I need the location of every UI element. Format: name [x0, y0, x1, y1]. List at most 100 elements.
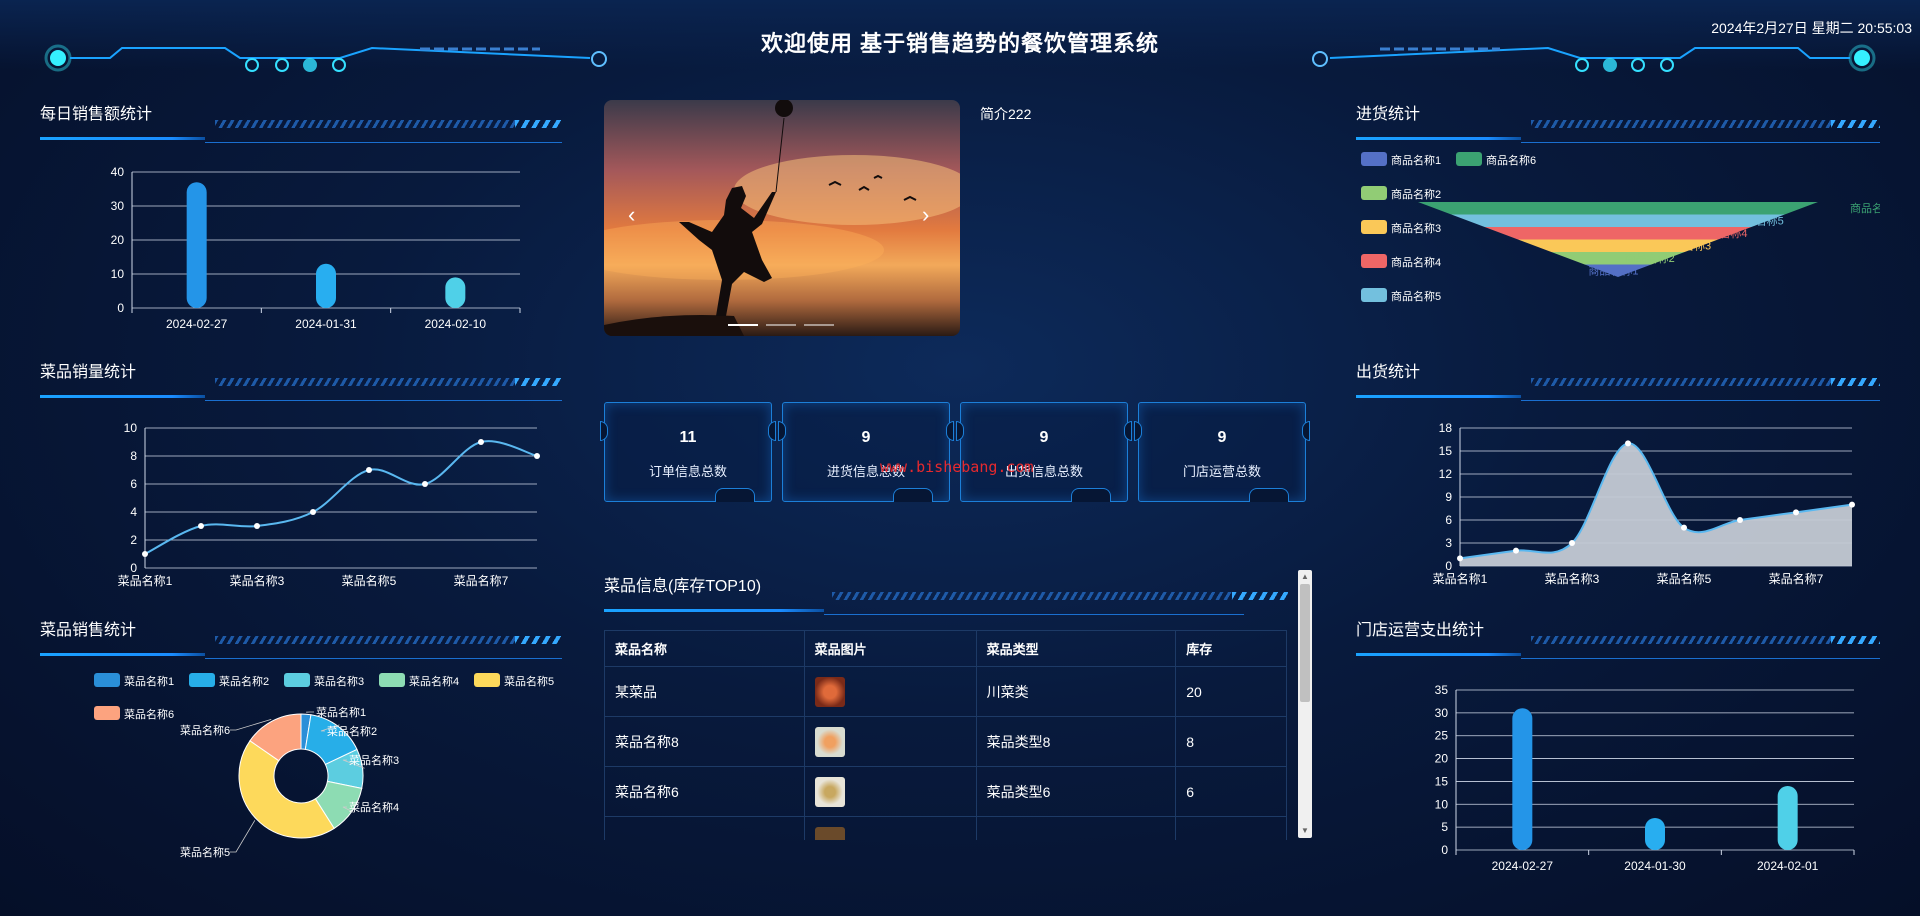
y-tick-label: 20	[1435, 752, 1449, 766]
cell-stock: 6	[1175, 766, 1287, 817]
stat-label: 订单信息总数	[648, 464, 727, 479]
y-tick-label: 0	[1441, 843, 1448, 857]
page-title: 欢迎使用 基于销售趋势的餐饮管理系统	[760, 31, 1160, 56]
carousel-indicator-2[interactable]	[766, 324, 796, 326]
bar	[445, 277, 466, 308]
table-scrollbar[interactable]: ▲ ▼	[1298, 570, 1312, 838]
x-tick-label: 菜品名称3	[1545, 571, 1600, 586]
scrollbar-thumb[interactable]	[1300, 584, 1310, 702]
y-tick-label: 2	[130, 533, 137, 547]
y-tick-label: 18	[1439, 421, 1453, 435]
y-tick-label: 35	[1435, 683, 1449, 697]
funnel-label: 商品名称5	[1734, 214, 1784, 228]
funnel-label: 商品名称4	[1697, 226, 1747, 240]
pie-label: 菜品名称1	[316, 705, 366, 719]
data-point	[1513, 547, 1519, 554]
col-header-stock: 库存	[1175, 630, 1287, 667]
table-row[interactable]	[604, 816, 1287, 840]
y-tick-label: 6	[1445, 513, 1452, 527]
bar	[1645, 818, 1665, 850]
y-tick-label: 20	[111, 233, 125, 247]
carousel-next-button[interactable]: ›	[922, 202, 929, 228]
dish-sales-chart: 菜品名称1 菜品名称2 菜品名称3 菜品名称4 菜品名称5 菜品名称6 菜品名称1 菜品名称2…	[94, 673, 554, 859]
legend-label: 菜品名称1	[124, 674, 174, 688]
stat-card-orders: 11 订单信息总数	[600, 402, 776, 502]
dish-volume-chart: 0 2 4 6 8 10 菜品名称1 菜品名称3 菜品名称5 菜品名称7	[118, 421, 540, 588]
data-point	[1793, 509, 1799, 516]
cell-type: 川菜类	[975, 666, 1177, 717]
pie-label: 菜品名称5	[180, 845, 230, 859]
stat-card-shipment: 9 出货信息总数	[956, 402, 1132, 502]
data-point	[1681, 524, 1687, 531]
y-tick-label: 30	[111, 199, 125, 213]
scroll-up-arrow-icon[interactable]: ▲	[1298, 570, 1312, 584]
legend-swatch	[189, 673, 215, 687]
y-tick-label: 5	[1441, 820, 1448, 834]
data-point	[198, 523, 204, 529]
funnel-label: 商品名称6	[1850, 201, 1880, 215]
data-point	[310, 509, 316, 515]
col-header-image: 菜品图片	[803, 630, 977, 667]
x-tick-label: 菜品名称7	[454, 573, 509, 588]
legend-label: 商品名称4	[1391, 255, 1441, 269]
series-area	[1460, 443, 1852, 566]
stat-value: 9	[1039, 429, 1049, 446]
legend-swatch	[1456, 152, 1482, 166]
inventory-title-bar	[604, 592, 1288, 618]
legend-swatch	[474, 673, 500, 687]
y-tick-label: 3	[1445, 536, 1452, 550]
legend-swatch	[1361, 254, 1387, 268]
x-tick-label: 2024-02-27	[166, 317, 228, 331]
cell-name: 菜品名称8	[604, 716, 805, 767]
table-row[interactable]: 菜品名称6 菜品类型6 6	[604, 766, 1287, 817]
cell-stock: 8	[1175, 716, 1287, 767]
table-row[interactable]: 某菜品 川菜类 20	[604, 666, 1287, 717]
y-tick-label: 15	[1435, 774, 1449, 788]
y-tick-label: 25	[1435, 729, 1449, 743]
y-tick-label: 6	[130, 477, 137, 491]
data-point	[1569, 540, 1575, 546]
carousel-indicator-3[interactable]	[804, 324, 834, 326]
stat-label: 门店运营总数	[1182, 464, 1261, 479]
legend-swatch	[94, 706, 120, 720]
funnel-label: 商品名称3	[1661, 239, 1711, 253]
funnel-label: 商品名称1	[1588, 264, 1638, 278]
x-tick-label: 菜品名称7	[1769, 571, 1824, 586]
data-point	[142, 551, 148, 557]
x-tick-label: 菜品名称5	[342, 573, 397, 588]
data-point	[366, 467, 372, 473]
scroll-down-arrow-icon[interactable]: ▼	[1298, 824, 1312, 838]
y-tick-label: 10	[124, 421, 138, 435]
x-tick-label: 2024-01-31	[295, 317, 357, 331]
dish-thumbnail	[814, 776, 845, 807]
carousel-prev-button[interactable]: ‹	[628, 202, 635, 228]
y-tick-label: 15	[1439, 444, 1453, 458]
data-point	[1737, 517, 1743, 523]
dish-volume-title-bar	[40, 378, 562, 404]
dish-thumbnail	[814, 826, 845, 840]
legend-label: 菜品名称6	[124, 707, 174, 721]
y-tick-label: 0	[117, 301, 124, 315]
funnel-label: 商品名称2	[1625, 251, 1675, 265]
data-point	[1625, 440, 1631, 447]
daily-sales-chart: 0 10 20 30 40 2024-02-27 2024-01-31 2024-02-10	[111, 165, 521, 331]
y-tick-label: 10	[111, 267, 125, 281]
purchase-chart: 商品名称1商品名称6商品名称2商品名称3商品名称4商品名称5商品名称6商品名称5…	[1361, 152, 1880, 303]
y-tick-label: 10	[1435, 797, 1449, 811]
legend-label: 菜品名称2	[219, 674, 269, 688]
pie-leader-line	[230, 820, 256, 853]
x-tick-label: 菜品名称5	[1657, 571, 1712, 586]
data-point	[422, 481, 428, 487]
image-carousel[interactable]: ‹ ›	[604, 100, 960, 336]
y-tick-label: 40	[111, 165, 125, 179]
inventory-table-container[interactable]: 菜品名称 菜品图片 菜品类型 库存 某菜品 川菜类 20 菜品名称8 菜品类型8…	[604, 630, 1288, 840]
table-row[interactable]: 菜品名称8 菜品类型8 8	[604, 716, 1287, 767]
legend-swatch	[379, 673, 405, 687]
table-header-row: 菜品名称 菜品图片 菜品类型 库存	[604, 630, 1287, 667]
x-tick-label: 2024-02-01	[1757, 859, 1819, 873]
carousel-indicator-1[interactable]	[728, 324, 758, 326]
shipment-title-bar	[1356, 378, 1880, 404]
legend-label: 菜品名称3	[314, 674, 364, 688]
legend-label: 菜品名称4	[409, 674, 459, 688]
legend-swatch	[1361, 288, 1387, 302]
